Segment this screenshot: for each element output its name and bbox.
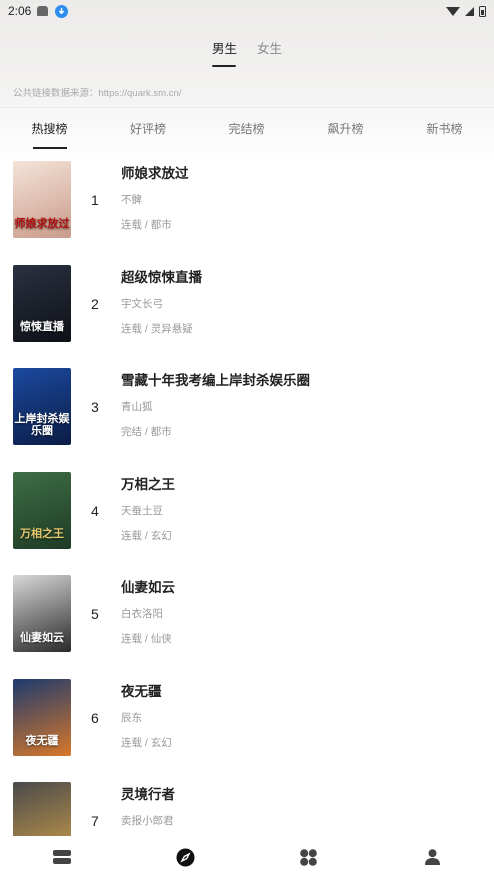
- book-rank-number: 7: [91, 813, 99, 829]
- ranking-tabs: 热搜榜 好评榜 完结榜 飙升榜 新书榜: [0, 120, 494, 149]
- profile-icon: [424, 849, 440, 865]
- book-list-item[interactable]: 万相之王 4 万相之王 天蚕土豆 连载 / 玄幻: [0, 471, 494, 575]
- tab-completed[interactable]: 完结榜: [197, 120, 296, 149]
- category-icon: [300, 848, 318, 866]
- status-bar: 2:06: [0, 0, 494, 22]
- book-author: 天蚕土豆: [121, 504, 163, 517]
- bottom-navigation: [0, 836, 494, 878]
- gender-tabs: 男生 女生: [0, 38, 494, 67]
- tab-rising[interactable]: 飙升榜: [296, 120, 395, 149]
- book-status-genre: 连载 / 都市: [121, 219, 172, 231]
- book-ranking-list: 师娘求放过 1 师娘求放过 不髀 连载 / 都市 惊悚直播 2 超级惊悚直播 宇文长弓 连载 / …: [0, 160, 494, 836]
- divider: [0, 107, 494, 108]
- status-time: 2:06: [8, 4, 32, 18]
- wifi-icon: [446, 6, 460, 16]
- book-title[interactable]: 仙妻如云: [121, 576, 175, 596]
- book-cover-title: 上岸封杀娱乐圈: [14, 412, 70, 437]
- book-title[interactable]: 夜无疆: [121, 680, 162, 700]
- battery-icon: [479, 5, 486, 17]
- book-rank-number: 4: [91, 502, 99, 519]
- book-title[interactable]: 超级惊悚直播: [121, 266, 202, 286]
- book-author: 青山狐: [121, 401, 153, 413]
- book-list-item[interactable]: 上岸封杀娱乐圈 3 雪藏十年我考编上岸封杀娱乐圈青山狐完结 / 都市: [0, 367, 494, 471]
- book-list-item[interactable]: 仙妻如云 5 仙妻如云 白衣洛阳 连载 / 仙侠: [0, 574, 494, 678]
- book-title[interactable]: 师娘求放过: [121, 162, 189, 182]
- book-cover-title: 师娘求放过: [14, 217, 70, 230]
- book-rank-number: 1: [91, 192, 99, 208]
- book-rank-number: 5: [91, 606, 99, 622]
- book-title[interactable]: 灵境行者: [121, 783, 175, 803]
- tab-female[interactable]: 女生: [257, 38, 282, 67]
- book-rank-number: 6: [91, 709, 99, 726]
- book-cover-image[interactable]: 仙妻如云: [13, 575, 71, 652]
- book-cover-image[interactable]: 上岸封杀娱乐圈: [13, 368, 71, 445]
- book-cover-image[interactable]: 师娘求放过: [13, 161, 71, 238]
- book-author: 卖报小郎君: [121, 815, 174, 827]
- book-rank-number: 2: [91, 295, 99, 312]
- book-cover-image[interactable]: 夜无疆: [13, 678, 71, 756]
- nav-bookshelf[interactable]: [0, 836, 124, 878]
- book-cover-image[interactable]: [13, 782, 71, 836]
- book-cover-title: 惊悚直播: [20, 321, 64, 334]
- book-status-genre: 连载 / 玄幻: [121, 736, 172, 749]
- book-author: 不髀: [121, 194, 142, 206]
- book-title[interactable]: 雪藏十年我考编上岸封杀娱乐圈: [121, 369, 310, 389]
- nav-discover[interactable]: [124, 836, 248, 878]
- book-list-item[interactable]: 7 灵境行者卖报小郎君: [0, 781, 494, 836]
- book-title[interactable]: 万相之王: [121, 473, 175, 493]
- book-status-genre: 连载 / 仙侠: [121, 633, 172, 645]
- book-author: 辰东: [121, 711, 142, 724]
- book-list-item[interactable]: 师娘求放过 1 师娘求放过 不髀 连载 / 都市: [0, 160, 494, 264]
- tab-male[interactable]: 男生: [212, 38, 237, 67]
- bookshelf-icon: [52, 849, 71, 864]
- data-source-note: 公共链接数据来源：https://quark.sm.cn/: [13, 88, 182, 99]
- book-list-item[interactable]: 惊悚直播 2 超级惊悚直播宇文长弓连载 / 灵异悬疑: [0, 264, 494, 368]
- nav-category[interactable]: [247, 836, 371, 878]
- book-status-genre: 连载 / 灵异悬疑: [121, 322, 193, 335]
- android-notification-icon: [37, 6, 49, 16]
- book-author: 白衣洛阳: [121, 608, 163, 620]
- book-status-genre: 连载 / 玄幻: [121, 529, 172, 542]
- download-notification-icon: [55, 4, 69, 18]
- book-author: 宇文长弓: [121, 297, 163, 310]
- book-rank-number: 3: [91, 399, 99, 415]
- nav-profile[interactable]: [371, 836, 494, 878]
- book-status-genre: 完结 / 都市: [121, 426, 172, 438]
- tab-new-books[interactable]: 新书榜: [395, 120, 494, 149]
- book-cover-title: 夜无疆: [25, 735, 59, 748]
- book-cover-title: 仙妻如云: [20, 631, 64, 644]
- book-cover-title: 万相之王: [20, 528, 64, 541]
- compass-icon: [176, 847, 195, 867]
- book-cover-image[interactable]: 惊悚直播: [13, 264, 71, 342]
- book-cover-image[interactable]: 万相之王: [13, 471, 71, 549]
- tab-top-rated[interactable]: 好评榜: [99, 120, 197, 149]
- book-list-item[interactable]: 夜无疆 6 夜无疆 辰东 连载 / 玄幻: [0, 678, 494, 782]
- signal-icon: [465, 6, 474, 16]
- tab-hot-search[interactable]: 热搜榜: [0, 120, 99, 149]
